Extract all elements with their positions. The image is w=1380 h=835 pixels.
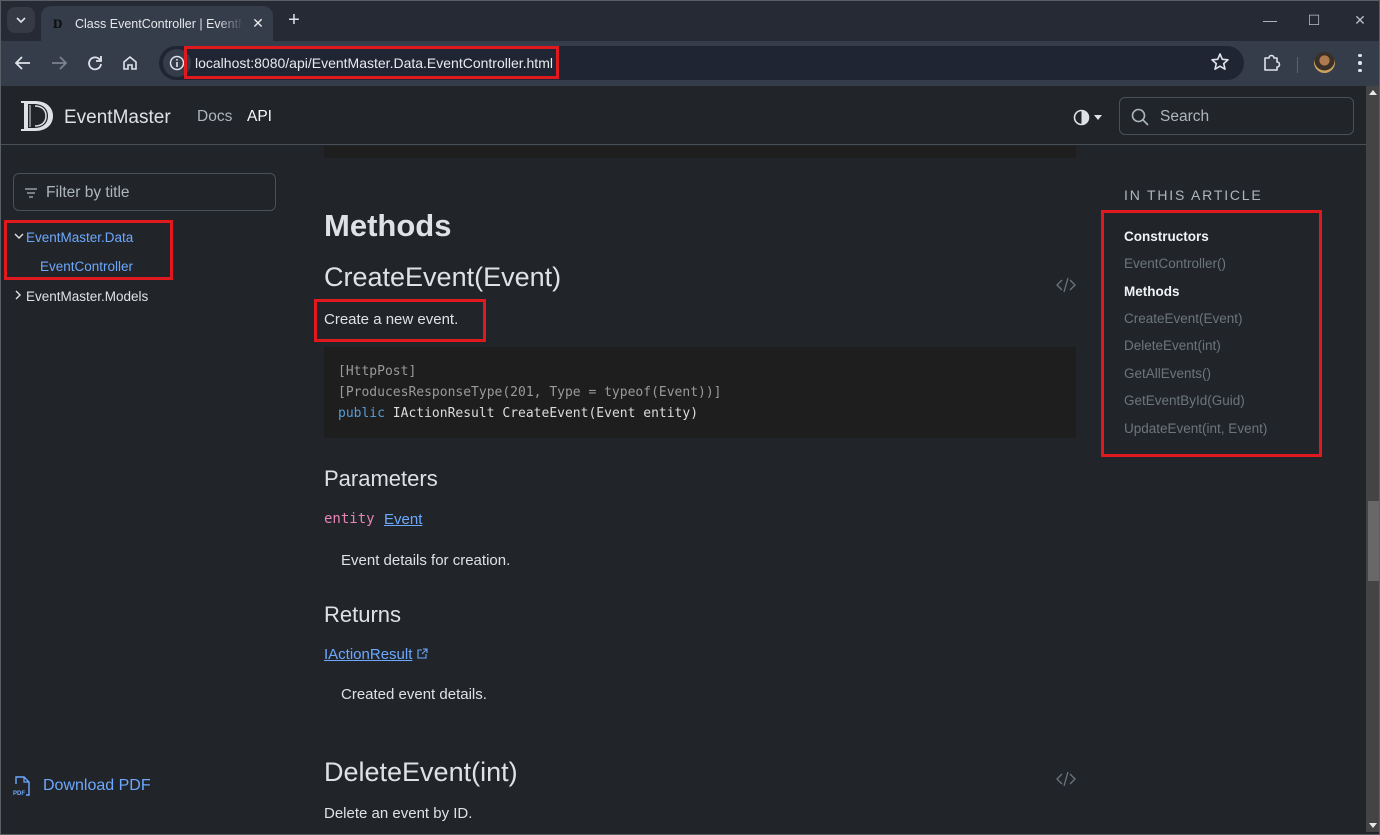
toc-link-updateevent[interactable]: UpdateEvent(int, Event) — [1124, 421, 1267, 436]
chevron-right-icon[interactable] — [15, 290, 22, 303]
return-description: Created event details. — [341, 686, 487, 703]
docfx-logo-icon[interactable] — [19, 99, 55, 133]
method-summary-deleteevent: Delete an event by ID. — [324, 805, 473, 822]
url-highlight-box — [184, 46, 559, 79]
parameter-type-link[interactable]: Event — [384, 511, 422, 528]
caret-down-icon — [1094, 114, 1102, 120]
arrow-left-icon — [15, 56, 30, 70]
code-line: [ProducesResponseType(201, Type = typeof… — [338, 385, 722, 400]
in-this-article-title: IN THIS ARTICLE — [1124, 187, 1263, 203]
toc-section-methods[interactable]: Methods — [1124, 284, 1180, 299]
browser-window: D Class EventController | EventMaster ✕ … — [0, 0, 1380, 835]
chevron-down-icon[interactable] — [14, 232, 24, 243]
home-icon — [123, 55, 137, 70]
close-window-button[interactable]: ✕ — [1348, 9, 1372, 31]
method-title-createevent: CreateEvent(Event) — [324, 262, 562, 292]
code-line: [HttpPost] — [338, 364, 417, 379]
new-tab-button[interactable]: + — [284, 9, 304, 31]
info-icon — [169, 55, 185, 71]
chevron-down-icon — [16, 17, 26, 23]
download-pdf-label: Download PDF — [43, 777, 151, 794]
sidebar-item-eventmaster-models[interactable]: EventMaster.Models — [26, 289, 148, 304]
brand-name[interactable]: EventMaster — [64, 107, 171, 129]
parameters-heading: Parameters — [324, 466, 438, 491]
search-placeholder: Search — [1160, 108, 1210, 125]
contrast-icon — [1073, 109, 1090, 125]
toolbar-separator — [1297, 57, 1298, 73]
tab-close-icon[interactable]: ✕ — [251, 15, 265, 32]
download-pdf-link[interactable]: PDF Download PDF — [13, 775, 151, 797]
page-scrollbar[interactable] — [1366, 86, 1379, 832]
browser-tab-active[interactable]: D Class EventController | EventMaster ✕ — [41, 6, 273, 41]
toc-link-deleteevent[interactable]: DeleteEvent(int) — [1124, 338, 1221, 353]
reload-button[interactable] — [84, 52, 106, 74]
methods-heading: Methods — [324, 208, 452, 243]
code-line: public IActionResult CreateEvent(Event e… — [338, 406, 699, 421]
method-signature-code: [HttpPost] [ProducesResponseType(201, Ty… — [324, 347, 1076, 438]
filter-placeholder: Filter by title — [46, 184, 130, 201]
site-header: EventMaster Docs API Search — [1, 86, 1366, 145]
back-button[interactable] — [12, 52, 34, 74]
forward-button[interactable] — [48, 52, 70, 74]
external-link-icon — [416, 648, 428, 659]
article-toc-highlight-box — [1101, 210, 1322, 457]
browser-menu-icon[interactable] — [1353, 52, 1367, 74]
search-icon — [1131, 108, 1149, 126]
return-type-link[interactable]: IActionResult — [324, 646, 428, 663]
scroll-up-arrow-icon[interactable] — [1369, 90, 1377, 95]
minimize-button[interactable]: — — [1258, 9, 1282, 31]
tab-bar: D Class EventController | EventMaster ✕ … — [1, 1, 1379, 41]
toc-link-eventcontroller[interactable]: EventController() — [1124, 256, 1226, 271]
sidebar-item-eventmaster-data[interactable]: EventMaster.Data — [26, 230, 133, 245]
tab-search-button[interactable] — [7, 7, 35, 33]
toc-link-geteventbyid[interactable]: GetEventById(Guid) — [1124, 393, 1245, 408]
previous-code-block-edge — [324, 146, 1076, 158]
toc-link-createevent[interactable]: CreateEvent(Event) — [1124, 311, 1243, 326]
scrollbar-thumb[interactable] — [1368, 501, 1379, 581]
filter-icon — [25, 188, 37, 198]
toc-section-constructors[interactable]: Constructors — [1124, 229, 1209, 244]
svg-text:PDF: PDF — [13, 791, 25, 797]
extensions-puzzle-icon[interactable] — [1261, 52, 1283, 74]
pdf-file-icon: PDF — [13, 776, 30, 797]
parameter-name: entity — [324, 511, 375, 527]
address-bar[interactable]: localhost:8080/api/EventMaster.Data.Even… — [159, 46, 1244, 80]
docs-page: EventMaster Docs API Search Filter by ti… — [1, 86, 1366, 834]
theme-toggle-button[interactable] — [1073, 108, 1109, 126]
view-source-icon[interactable] — [1056, 276, 1076, 294]
nav-docs[interactable]: Docs — [197, 108, 232, 126]
view-source-icon[interactable] — [1056, 770, 1076, 788]
bookmark-star-icon[interactable] — [1210, 52, 1230, 72]
reload-icon — [88, 56, 102, 71]
returns-heading: Returns — [324, 602, 402, 627]
home-button[interactable] — [119, 52, 141, 74]
toc-link-getallevents[interactable]: GetAllEvents() — [1124, 366, 1211, 381]
search-input[interactable]: Search — [1119, 97, 1354, 135]
sidebar-item-eventcontroller[interactable]: EventController — [40, 259, 133, 274]
method-summary-createevent: Create a new event. — [324, 311, 459, 328]
browser-toolbar: localhost:8080/api/EventMaster.Data.Even… — [1, 41, 1379, 86]
maximize-button[interactable]: ☐ — [1302, 9, 1326, 31]
profile-avatar[interactable] — [1314, 52, 1335, 73]
nav-api[interactable]: API — [247, 108, 272, 126]
arrow-right-icon — [52, 56, 67, 70]
favicon-icon: D — [53, 15, 63, 31]
method-title-deleteevent: DeleteEvent(int) — [324, 757, 518, 787]
filter-by-title-input[interactable]: Filter by title — [13, 173, 276, 211]
scroll-down-arrow-icon[interactable] — [1369, 823, 1377, 828]
tab-title: Class EventController | EventMaster — [75, 16, 243, 31]
parameter-description: Event details for creation. — [341, 552, 511, 569]
